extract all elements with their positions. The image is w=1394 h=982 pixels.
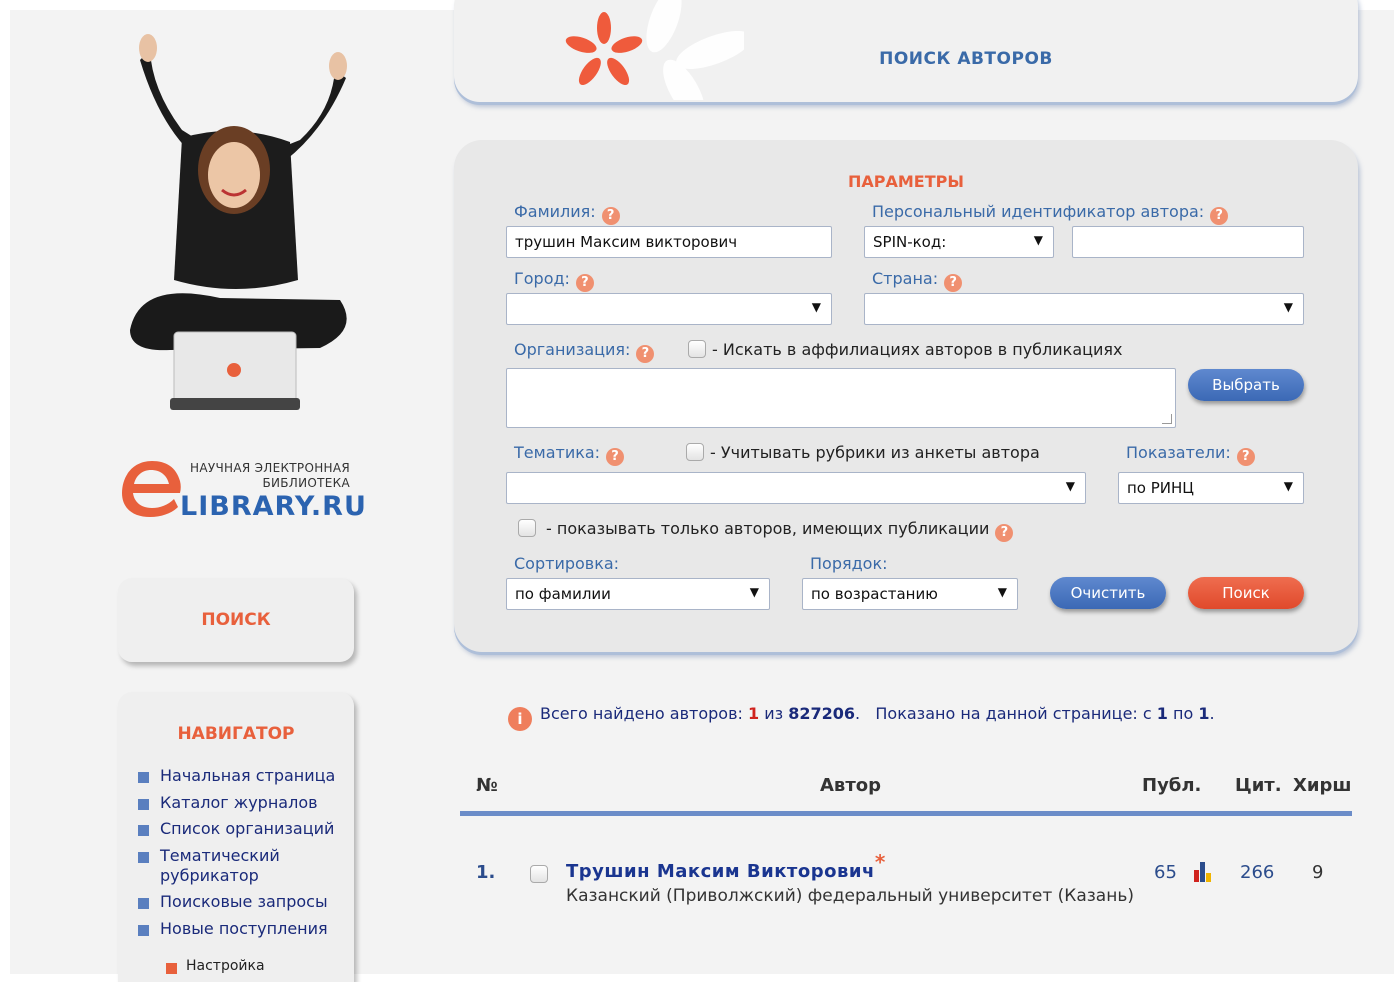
organization-label: Организация:?: [514, 340, 655, 363]
sort-select[interactable]: по фамилии ▼: [506, 578, 770, 610]
surname-input[interactable]: трушин Максим викторович: [506, 226, 832, 258]
nav-item-search-queries[interactable]: Поисковые запросы: [136, 892, 335, 912]
clear-button[interactable]: Очистить: [1050, 577, 1166, 609]
elibrary-logo[interactable]: НАУЧНАЯ ЭЛЕКТРОННАЯ БИБЛИОТЕКА LIBRARY.R…: [118, 455, 366, 535]
country-label: Страна:?: [872, 269, 963, 292]
help-icon[interactable]: ?: [601, 207, 620, 225]
logo-tagline: НАУЧНАЯ ЭЛЕКТРОННАЯ БИБЛИОТЕКА: [190, 461, 350, 490]
order-select[interactable]: по возрастанию ▼: [802, 578, 1018, 610]
author-rubrics-label: - Учитывать рубрики из анкеты автора: [710, 443, 1040, 462]
navigator-list: Начальная страница Каталог журналов Спис…: [136, 766, 335, 945]
row-number: 1.: [476, 862, 496, 883]
surname-label: Фамилия:?: [514, 202, 620, 225]
only-with-publications-label: - показывать только авторов, имеющих пуб…: [546, 519, 1014, 542]
bar-chart-icon[interactable]: [1192, 862, 1214, 882]
topic-select[interactable]: ▼: [506, 472, 1086, 504]
affiliation-search-checkbox[interactable]: [688, 340, 706, 358]
help-icon[interactable]: ?: [995, 524, 1014, 542]
nav-item-settings[interactable]: Настройка: [166, 958, 265, 974]
hirsch-index: 9: [1312, 862, 1324, 883]
help-icon[interactable]: ?: [636, 345, 655, 363]
asterisk-icon: *: [874, 850, 886, 874]
publications-count-link[interactable]: 65: [1154, 862, 1177, 883]
sidebar-search-box[interactable]: ПОИСК: [118, 578, 354, 662]
hero-illustration: [130, 34, 347, 410]
header-panel: ПОИСК АВТОРОВ: [454, 0, 1358, 102]
found-count: 1: [748, 704, 760, 723]
chevron-down-icon: ▼: [749, 585, 759, 599]
column-header-num: №: [476, 775, 498, 796]
chevron-down-icon: ▼: [811, 300, 821, 314]
sidebar-search-title: ПОИСК: [201, 610, 271, 630]
page-title: ПОИСК АВТОРОВ: [879, 49, 1053, 69]
chevron-down-icon: ▼: [1283, 300, 1293, 314]
found-total: 827206: [788, 704, 856, 723]
organization-textarea[interactable]: [506, 368, 1176, 428]
author-id-input[interactable]: [1072, 226, 1304, 258]
chevron-down-icon: ▼: [1033, 233, 1043, 247]
author-rubrics-checkbox[interactable]: [686, 443, 704, 461]
info-icon: i: [508, 707, 532, 731]
nav-item-organizations[interactable]: Список организаций: [136, 819, 335, 839]
parameters-title: ПАРАМЕТРЫ: [848, 172, 964, 191]
only-with-publications-checkbox[interactable]: [518, 519, 536, 537]
results-summary: i Всего найдено авторов: 1 из 827206. Пок…: [508, 704, 1215, 731]
city-label: Город:?: [514, 269, 594, 292]
order-label: Порядок:: [810, 554, 888, 573]
row-select-checkbox[interactable]: [530, 865, 548, 883]
search-parameters-panel: ПАРАМЕТРЫ Фамилия:? трушин Максим виктор…: [454, 140, 1358, 652]
sort-label: Сортировка:: [514, 554, 620, 573]
affiliation-search-label: - Искать в аффилиациях авторов в публика…: [712, 340, 1123, 359]
choose-button[interactable]: Выбрать: [1188, 369, 1304, 401]
citations-count-link[interactable]: 266: [1240, 862, 1274, 883]
navigator-panel: НАВИГАТОР Начальная страница Каталог жур…: [118, 692, 354, 982]
search-button[interactable]: Поиск: [1188, 577, 1304, 609]
topic-label: Тематика:?: [514, 443, 625, 466]
city-select[interactable]: ▼: [506, 293, 832, 325]
indicators-label: Показатели:?: [1126, 443, 1255, 466]
author-id-type-select[interactable]: SPIN-код: ▼: [864, 226, 1054, 258]
column-header-author: Автор: [820, 775, 882, 796]
navigator-title: НАВИГАТОР: [177, 724, 295, 744]
nav-item-journals[interactable]: Каталог журналов: [136, 793, 335, 813]
nav-item-new-arrivals[interactable]: Новые поступления: [136, 919, 335, 939]
table-header-rule: [460, 811, 1352, 816]
help-icon[interactable]: ?: [575, 274, 594, 292]
author-organization: Казанский (Приволжский) федеральный унив…: [566, 886, 1134, 906]
column-header-publications: Публ.: [1142, 775, 1202, 796]
logo-brand: LIBRARY.RU: [180, 491, 367, 522]
help-icon[interactable]: ?: [944, 274, 963, 292]
help-icon[interactable]: ?: [606, 448, 625, 466]
help-icon[interactable]: ?: [1236, 448, 1255, 466]
country-select[interactable]: ▼: [864, 293, 1304, 325]
chevron-down-icon: ▼: [997, 585, 1007, 599]
nav-item-home[interactable]: Начальная страница: [136, 766, 335, 786]
elibrary-e-icon: [122, 461, 181, 517]
chevron-down-icon: ▼: [1065, 479, 1075, 493]
indicators-select[interactable]: по РИНЦ ▼: [1118, 472, 1304, 504]
nav-item-rubricator[interactable]: Тематический рубрикатор: [136, 846, 286, 886]
help-icon[interactable]: ?: [1210, 207, 1229, 225]
resize-grip-icon[interactable]: [1162, 414, 1172, 424]
author-name-link[interactable]: Трушин Максим Викторович*: [566, 850, 886, 882]
chevron-down-icon: ▼: [1283, 479, 1293, 493]
author-id-label: Персональный идентификатор автора:?: [872, 202, 1229, 225]
column-header-hirsch: Хирш: [1293, 775, 1352, 796]
column-header-citations: Цит.: [1235, 775, 1282, 796]
